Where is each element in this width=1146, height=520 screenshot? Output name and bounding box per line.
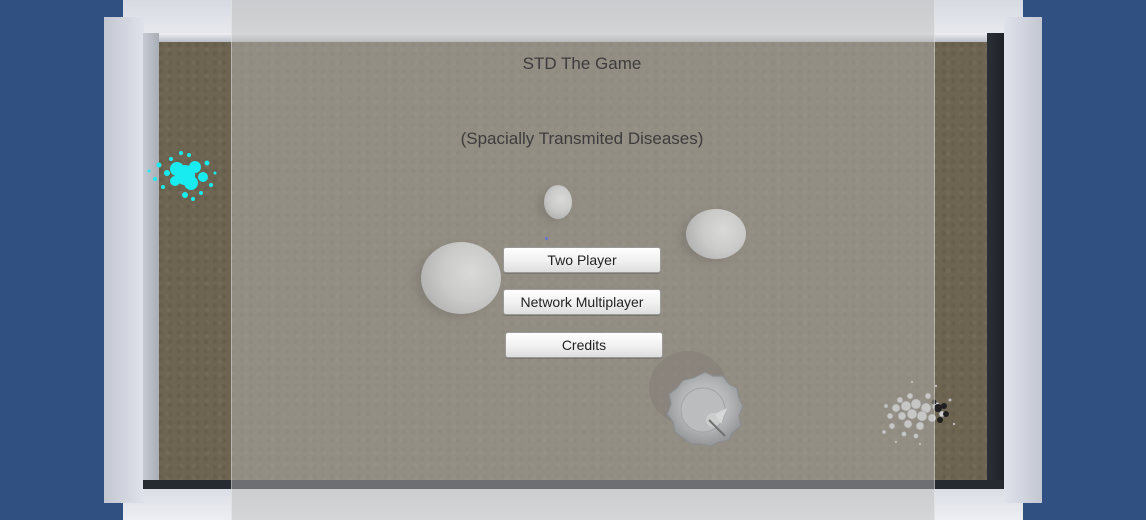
cyan-particle-cluster (147, 151, 217, 201)
network-multiplayer-button[interactable]: Network Multiplayer (503, 289, 661, 315)
frame-left (104, 17, 144, 503)
arena-right-wall (987, 33, 1004, 489)
arena-left-wall (143, 33, 159, 489)
two-player-button[interactable]: Two Player (503, 247, 661, 273)
game-title: STD The Game (522, 54, 642, 73)
credits-button[interactable]: Credits (505, 332, 663, 358)
frame-right (1004, 17, 1042, 503)
game-subtitle: (Spacially Transmited Diseases) (460, 129, 704, 148)
